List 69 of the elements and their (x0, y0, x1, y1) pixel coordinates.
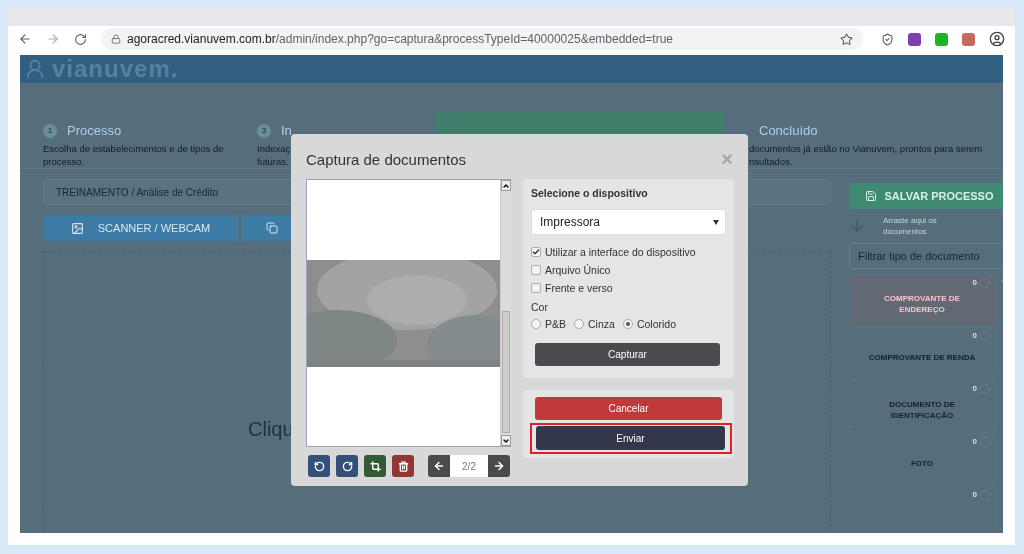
rotate-left-icon (313, 460, 325, 472)
document-type-card[interactable]: 0 COMPROVANTE DE RENDA (849, 328, 995, 378)
extension-icon[interactable] (935, 32, 948, 46)
step-description: futuras. (257, 155, 289, 168)
save-icon (864, 190, 877, 202)
step-number: 3 (257, 123, 271, 138)
arrow-down-icon (849, 218, 865, 234)
address-bar[interactable]: agoracred.vianuvem.com.br/admin/index.php?go=captura&processTypeId=40000025&embedded=true (101, 28, 863, 50)
drag-hint: Arraste aqui os documentos (883, 215, 938, 237)
device-select[interactable]: Impressora (531, 209, 726, 235)
color-radio[interactable]: P&B (531, 315, 566, 333)
rotate-right-button[interactable] (336, 455, 358, 477)
back-icon[interactable] (18, 32, 32, 46)
next-page-button[interactable] (488, 455, 510, 477)
crop-icon (369, 460, 381, 472)
document-count: 0 (972, 437, 977, 446)
option-checkbox[interactable]: Frente e verso (531, 279, 726, 297)
step-title: Processo (67, 123, 122, 138)
arrow-left-icon (433, 460, 445, 472)
step-description: Escolha de estabelecimentos e de tipos de (43, 142, 224, 155)
crop-button[interactable] (364, 455, 386, 477)
star-icon[interactable] (840, 32, 853, 46)
step-number: 1 (43, 123, 57, 138)
arrow-right-icon (493, 460, 505, 472)
document-count: 0 (972, 384, 977, 393)
cancel-button[interactable]: Cancelar (535, 397, 722, 420)
page-field[interactable]: 2/2 (450, 455, 488, 477)
color-label: Cor (531, 301, 549, 313)
scrollbar[interactable] (500, 180, 511, 446)
previous-page-button[interactable] (428, 455, 450, 477)
rotate-right-icon (341, 460, 353, 472)
color-radio[interactable]: Colorido (622, 315, 676, 333)
copy-icon (266, 222, 278, 234)
step-description: documentos já estão no Vianuvem, prontos para serem (749, 142, 983, 155)
pdf-icon[interactable] (962, 32, 975, 46)
step-title: In (281, 123, 292, 138)
capture-button[interactable]: Capturar (535, 343, 720, 366)
trash-icon (397, 460, 409, 472)
device-label: Selecione o dispositivo (531, 187, 649, 199)
dialog-title: Captura de documentos (306, 150, 467, 168)
lock-icon (111, 34, 121, 44)
scanner-webcam-button[interactable]: SCANNER / WEBCAM (43, 215, 238, 241)
document-type-card[interactable]: 0 COMPROVANTE DE ENDEREÇO (849, 275, 995, 325)
step-description: processo. (43, 155, 85, 168)
document-type-card[interactable]: 0 FOTO (849, 434, 995, 484)
document-count: 0 (972, 278, 977, 287)
url-host: agoracred.vianuvem.com.br (127, 32, 276, 46)
step-description: nsultados. (749, 155, 793, 168)
step-title: Concluído (759, 123, 818, 138)
document-count: 0 (972, 490, 977, 499)
image-icon (70, 221, 84, 235)
option-checkbox[interactable]: Utilizar a interface do dispositivo (531, 243, 726, 261)
reload-icon[interactable] (74, 32, 87, 46)
rotate-left-button[interactable] (308, 455, 330, 477)
profile-icon[interactable] (989, 31, 1005, 47)
color-radio[interactable]: Cinza (574, 315, 615, 333)
logo-icon (24, 58, 46, 80)
step-description: Indexaç (257, 142, 291, 155)
document-count: 0 (972, 331, 977, 340)
check-icon (532, 248, 540, 256)
send-button[interactable]: Enviar (536, 426, 725, 450)
delete-button[interactable] (392, 455, 414, 477)
shield-icon[interactable] (881, 32, 894, 46)
url-path: /admin/index.php?go=captura&processTypeId=40000025&embedded=true (275, 32, 674, 46)
filter-field[interactable]: Filtrar tipo de documento (849, 243, 1003, 269)
document-type-card[interactable]: 0 DOCUMENTO DE IDENTIFICAÇÃO (849, 381, 995, 431)
option-checkbox[interactable]: Arquivo Único (531, 261, 726, 279)
extension-icon[interactable] (908, 32, 921, 46)
dropdown-icon (713, 219, 719, 225)
